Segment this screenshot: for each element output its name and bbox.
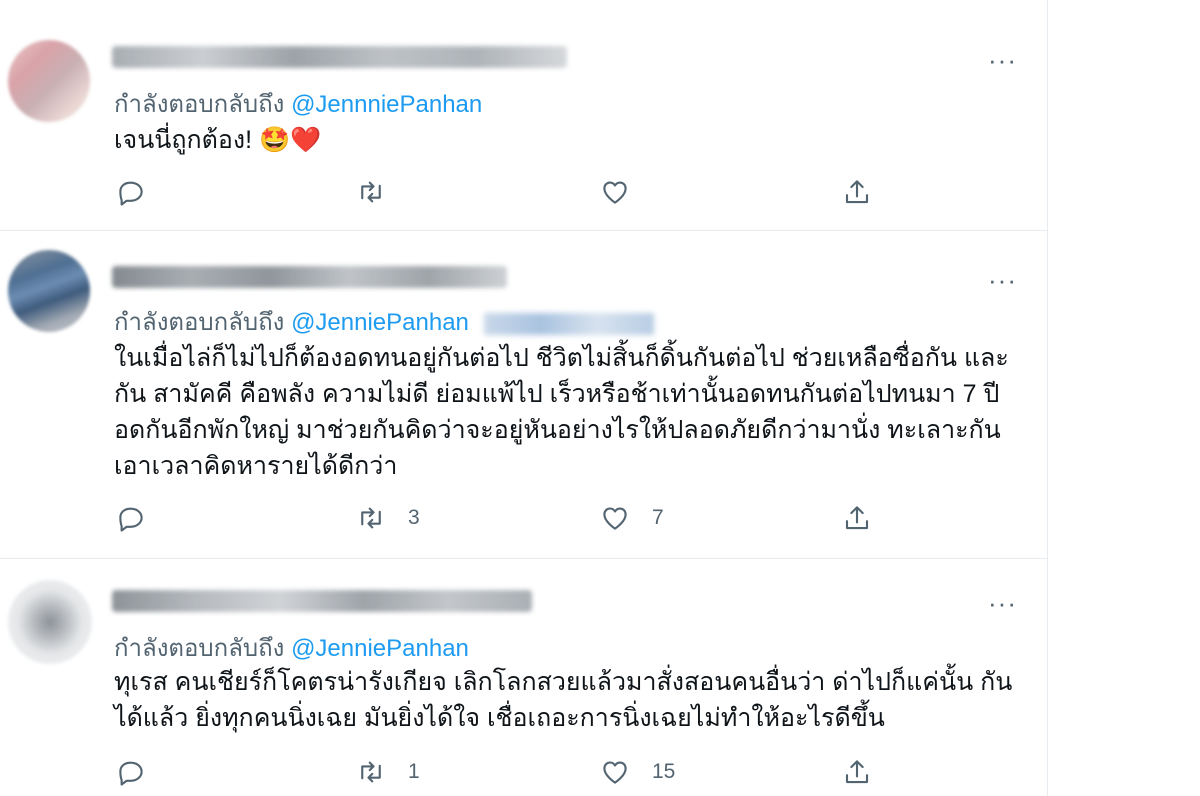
retweet-button[interactable] (356, 174, 408, 210)
reply-icon (119, 181, 143, 206)
replying-to: กำลังตอบกลับถึง @JenniePanhan (114, 628, 469, 667)
more-icon[interactable]: ··· (988, 47, 1017, 73)
heart-icon (603, 181, 627, 204)
replying-to: กำลังตอบกลับถึง @JenniePanhan (114, 302, 654, 341)
blurred-display-name[interactable] (112, 590, 532, 612)
retweet-icon (361, 181, 381, 203)
tweet-text: ในเมื่อไล่ก็ไม่ไปก็ต้องอดทนอยู่กันต่อไป … (114, 344, 1009, 480)
blurred-mention[interactable] (483, 312, 654, 335)
like-count: 7 (652, 506, 664, 529)
like-button[interactable]: 7 (600, 500, 664, 536)
retweet-count: 1 (408, 760, 420, 783)
share-icon (845, 506, 869, 530)
reply-tweet[interactable]: ··· กำลังตอบกลับถึง @JenniePanhan ในเมื่… (0, 230, 1047, 559)
avatar[interactable] (8, 580, 92, 664)
reply-button[interactable] (116, 174, 168, 210)
reply-icon (119, 761, 143, 786)
replying-to: กำลังตอบกลับถึง @JennniePanhan (114, 84, 482, 123)
heart-icon (603, 761, 627, 784)
reply-tweet[interactable]: ··· กำลังตอบกลับถึง @JenniePanhan ทุเรส … (0, 558, 1047, 796)
mention-link[interactable]: @JenniePanhan (291, 635, 469, 662)
replying-to-label: กำลังตอบกลับถึง (114, 309, 285, 336)
action-bar (116, 174, 876, 210)
reply-feed: ··· กำลังตอบกลับถึง @JennniePanhan เจนนี… (0, 0, 1048, 796)
share-button[interactable] (842, 174, 872, 210)
reply-tweet[interactable]: ··· กำลังตอบกลับถึง @JennniePanhan เจนนี… (0, 0, 1047, 231)
retweet-button[interactable]: 3 (356, 500, 420, 536)
like-button[interactable] (600, 174, 652, 210)
like-count: 15 (652, 760, 676, 783)
retweet-icon (361, 507, 381, 529)
blurred-display-name[interactable] (112, 46, 567, 68)
mention-link[interactable]: @JenniePanhan (291, 309, 469, 336)
reply-icon (119, 507, 143, 532)
tweet-text: เจนนี่ถูกต้อง! 🤩❤️ (114, 126, 322, 154)
replying-to-label: กำลังตอบกลับถึง (114, 91, 285, 118)
retweet-icon (361, 761, 381, 783)
heart-icon (603, 507, 627, 530)
share-button[interactable] (842, 754, 872, 790)
share-icon (845, 760, 869, 784)
avatar[interactable] (8, 250, 90, 332)
blurred-display-name[interactable] (112, 266, 507, 288)
more-icon[interactable]: ··· (988, 590, 1017, 616)
replying-to-label: กำลังตอบกลับถึง (114, 635, 285, 662)
action-bar: 1 15 (116, 754, 876, 790)
like-button[interactable]: 15 (600, 754, 675, 790)
tweet-text: ทุเรส คนเชียร์ก็โคตรน่ารังเกียจ เลิกโลกส… (114, 668, 1013, 732)
avatar[interactable] (8, 40, 90, 122)
share-button[interactable] (842, 500, 872, 536)
mention-link[interactable]: @JennniePanhan (291, 91, 482, 118)
share-icon (845, 180, 869, 204)
more-icon[interactable]: ··· (988, 267, 1017, 293)
reply-button[interactable] (116, 754, 168, 790)
retweet-count: 3 (408, 506, 420, 529)
action-bar: 3 7 (116, 500, 876, 536)
reply-button[interactable] (116, 500, 168, 536)
retweet-button[interactable]: 1 (356, 754, 420, 790)
